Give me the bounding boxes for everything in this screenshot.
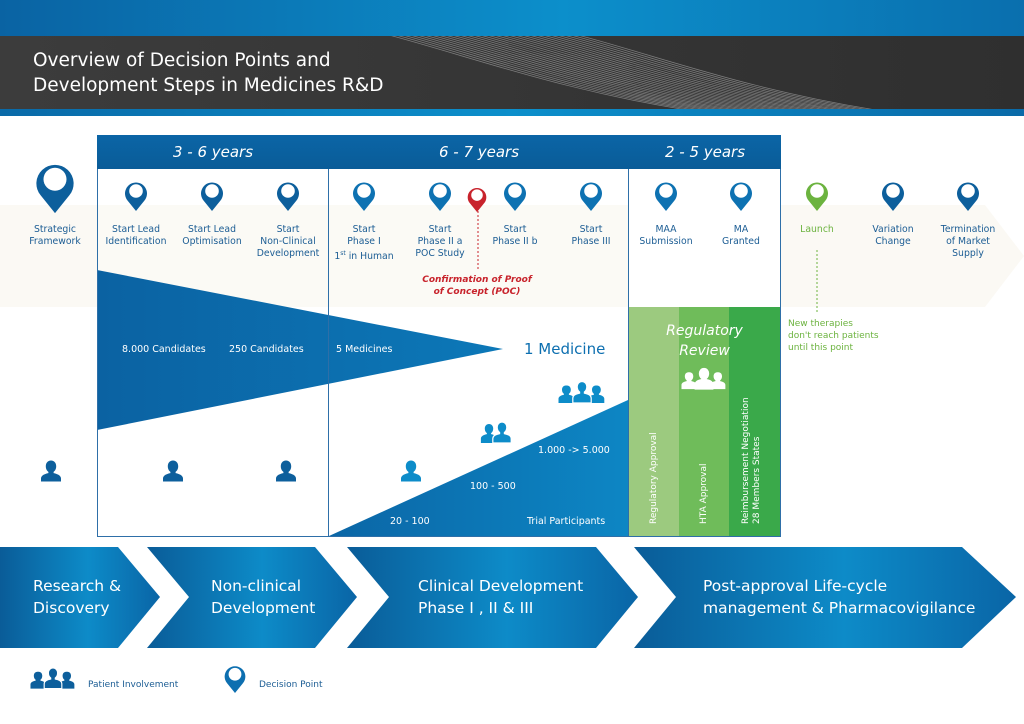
trial-phase-1-count: 20 - 100 bbox=[390, 516, 430, 527]
trial-phase-3-count: 1.000 -> 5.000 bbox=[538, 445, 610, 456]
stage-research-label: Research & Discovery bbox=[33, 575, 121, 619]
regulatory-approval-label: Regulatory Approval bbox=[649, 432, 659, 524]
decision-point-icon bbox=[578, 178, 604, 212]
stage-label-line: Development bbox=[211, 599, 316, 617]
funnel-result: 1 Medicine bbox=[524, 340, 606, 358]
regulatory-review-title-line-1: Regulatory bbox=[666, 323, 743, 339]
reimbursement-label-line-1: Reimbursement Negotiation bbox=[741, 397, 751, 524]
decision-point-icon-strategic-framework bbox=[33, 157, 77, 215]
patient-icon bbox=[161, 459, 185, 483]
legend-patient-involvement-icon bbox=[30, 667, 76, 690]
milestone-line: Termination bbox=[940, 224, 996, 235]
stage-post-approval-label: Post-approval Life-cycle management & Ph… bbox=[703, 575, 975, 619]
regulatory-review-title-line-2: Review bbox=[679, 343, 730, 359]
milestone-line-part: in Human bbox=[345, 251, 394, 263]
stage-clinical-label: Clinical Development Phase I , II & III bbox=[418, 575, 583, 619]
milestone-line: Framework bbox=[29, 236, 81, 247]
duration-label: 6 - 7 years bbox=[438, 143, 520, 161]
milestone-strategic-framework: Strategic Framework bbox=[10, 224, 100, 248]
patient-icon bbox=[274, 459, 298, 483]
reimbursement-label: Reimbursement Negotiation 28 Members Sta… bbox=[741, 397, 763, 524]
decision-point-icon bbox=[502, 178, 528, 212]
milestone-line: of Market bbox=[946, 236, 990, 247]
stage-label-line: Discovery bbox=[33, 599, 110, 617]
milestone-line: POC Study bbox=[415, 248, 465, 259]
funnel-stage-3: 5 Medicines bbox=[336, 344, 393, 355]
poc-label-line-1: Confirmation of Proof bbox=[422, 275, 532, 285]
patient-group-icon bbox=[681, 367, 727, 391]
reimbursement-label-line-2: 28 Members States bbox=[752, 436, 762, 524]
milestone-termination-of-market-supply: Termination of Market Supply bbox=[923, 224, 1013, 260]
milestone-line: Strategic bbox=[33, 224, 77, 235]
launch-note-line-2: don't reach patients bbox=[788, 331, 879, 341]
trial-participants-label: Trial Participants bbox=[527, 516, 606, 527]
poc-decision-point-icon bbox=[466, 184, 488, 213]
decision-point-icon bbox=[427, 178, 453, 212]
duration-label: 2 - 5 years bbox=[664, 143, 746, 161]
stage-label-line: Clinical Development bbox=[418, 577, 584, 595]
legend-decision-point-icon bbox=[222, 662, 248, 694]
duration-regulatory: 2 - 5 years bbox=[629, 135, 781, 169]
stage-label-line: Post-approval Life-cycle bbox=[703, 577, 888, 595]
stage-non-clinical-label: Non-clinical Development bbox=[211, 575, 315, 619]
decision-point-icon bbox=[955, 178, 981, 212]
milestone-line: Granted bbox=[722, 236, 760, 247]
decision-point-icon bbox=[351, 178, 377, 212]
legend-patient-involvement-label: Patient Involvement bbox=[88, 680, 179, 690]
patient-icon bbox=[399, 459, 423, 483]
regulatory-review-block: Regulatory Review Regulatory Approval HT… bbox=[629, 307, 780, 536]
patient-pair-icon bbox=[479, 420, 515, 444]
poc-confirmation-label: Confirmation of Proof of Concept (POC) bbox=[415, 274, 539, 298]
stage-label-line: Non-clinical bbox=[211, 577, 302, 595]
stage-label-line: management & Pharmacovigilance bbox=[703, 599, 976, 617]
decision-point-icon bbox=[123, 178, 149, 212]
duration-label: 3 - 6 years bbox=[172, 143, 254, 161]
poc-label-line-2: of Concept (POC) bbox=[433, 287, 521, 297]
launch-note-line-3: until this point bbox=[788, 343, 854, 353]
launch-point-icon bbox=[804, 178, 830, 212]
stage-label-line: Research & bbox=[33, 577, 122, 595]
patient-group-icon bbox=[558, 380, 606, 405]
funnel-stage-1: 8.000 Candidates bbox=[122, 344, 206, 355]
launch-note: New therapies don't reach patients until… bbox=[788, 318, 898, 354]
legend-decision-point-label: Decision Point bbox=[259, 680, 323, 690]
duration-research: 3 - 6 years bbox=[97, 135, 329, 169]
funnel-stage-2: 250 Candidates bbox=[229, 344, 304, 355]
decision-point-icon bbox=[880, 178, 906, 212]
decision-point-icon bbox=[275, 178, 301, 212]
decision-point-icon bbox=[728, 178, 754, 212]
launch-note-line-1: New therapies bbox=[788, 319, 853, 329]
trial-phase-2-count: 100 - 500 bbox=[470, 481, 516, 492]
milestone-line: Supply bbox=[952, 248, 984, 259]
patient-icon bbox=[39, 459, 63, 483]
regulatory-review-title: Regulatory Review bbox=[629, 321, 780, 361]
hta-approval-label: HTA Approval bbox=[699, 463, 709, 524]
stage-label-line: Phase I , II & III bbox=[418, 599, 534, 617]
decision-point-icon bbox=[653, 178, 679, 212]
decision-point-icon bbox=[199, 178, 225, 212]
duration-clinical: 6 - 7 years bbox=[329, 135, 629, 169]
